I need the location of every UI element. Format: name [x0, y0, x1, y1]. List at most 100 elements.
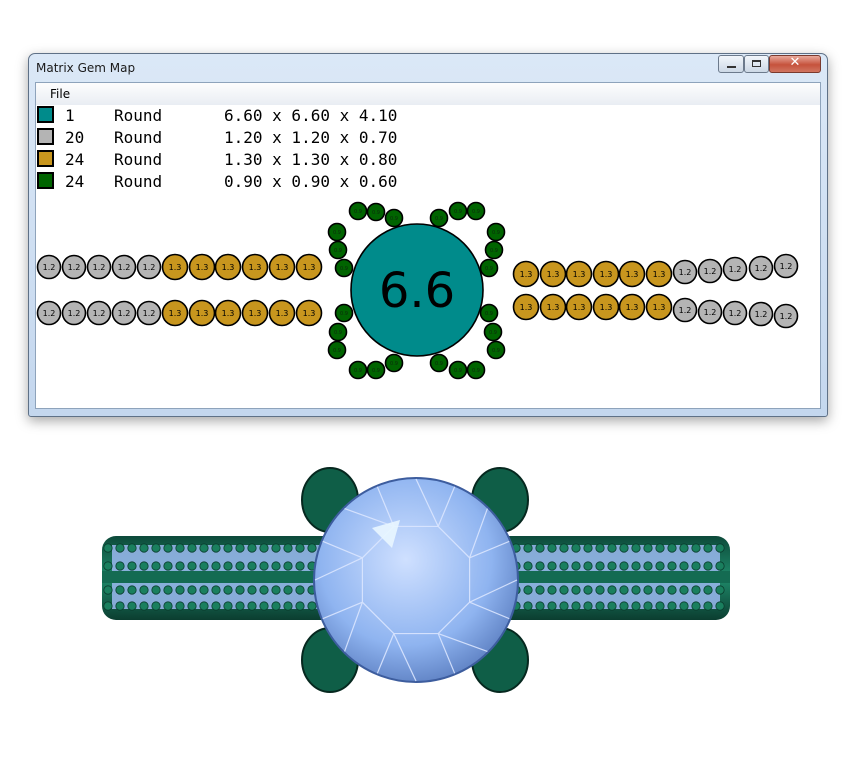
ring-bead [259, 543, 269, 553]
ring-bead [235, 543, 245, 553]
ring-bead [103, 543, 113, 553]
ring-bead [679, 543, 689, 553]
ring-bead [211, 561, 221, 571]
ring-bead [655, 585, 665, 595]
ring-bead [187, 585, 197, 595]
ring-bead [271, 543, 281, 553]
ring-bead [283, 585, 293, 595]
ring-bead [115, 561, 125, 571]
ring-bead [679, 601, 689, 611]
ring-bead [715, 601, 725, 611]
ring-bead [571, 561, 581, 571]
ring-bead [523, 585, 533, 595]
ring-bead [667, 585, 677, 595]
ring-bead [631, 601, 641, 611]
ring-bead [199, 585, 209, 595]
ring-bead [103, 585, 113, 595]
ring-bead [667, 601, 677, 611]
ring-bead [619, 601, 629, 611]
ring-bead [163, 543, 173, 553]
ring-bead [115, 585, 125, 595]
ring-bead [127, 543, 137, 553]
ring-bead [523, 561, 533, 571]
ring-bead [595, 561, 605, 571]
ring-bead [127, 561, 137, 571]
ring-bead [211, 601, 221, 611]
ring-bead [583, 601, 593, 611]
ring-bead [595, 585, 605, 595]
ring-bead [715, 585, 725, 595]
ring-bead [619, 561, 629, 571]
ring-bead [655, 601, 665, 611]
ring-bead [163, 601, 173, 611]
ring-bead [103, 561, 113, 571]
ring-bead [139, 561, 149, 571]
ring-bead [595, 601, 605, 611]
ring-bead [655, 561, 665, 571]
ring-bead [547, 601, 557, 611]
ring-bead [691, 561, 701, 571]
ring-bead [235, 561, 245, 571]
ring-bead [559, 561, 569, 571]
ring-bead [115, 601, 125, 611]
ring-bead [667, 543, 677, 553]
ring-bead [523, 601, 533, 611]
ring-bead [703, 601, 713, 611]
ring-bead [619, 543, 629, 553]
ring-bead [643, 561, 653, 571]
ring-bead [583, 543, 593, 553]
ring-bead [535, 543, 545, 553]
ring-bead [283, 601, 293, 611]
ring-bead [691, 543, 701, 553]
ring-bead [559, 601, 569, 611]
ring-bead [139, 585, 149, 595]
ring-bead [559, 585, 569, 595]
ring-bead [283, 561, 293, 571]
ring-bead [631, 585, 641, 595]
ring-bead [271, 601, 281, 611]
ring-bead [163, 585, 173, 595]
ring-bead [151, 585, 161, 595]
ring-bead [295, 585, 305, 595]
ring-bead [235, 601, 245, 611]
ring-bead [199, 543, 209, 553]
ring-bead [295, 543, 305, 553]
ring-bead [703, 543, 713, 553]
ring-bead [595, 543, 605, 553]
ring-bead [691, 601, 701, 611]
ring-bead [187, 601, 197, 611]
ring-bead [547, 585, 557, 595]
ring-bead [175, 601, 185, 611]
ring-bead [199, 601, 209, 611]
ring-bead [175, 585, 185, 595]
ring-bead [139, 543, 149, 553]
ring-bead [211, 585, 221, 595]
ring-bead [127, 601, 137, 611]
ring-bead [247, 601, 257, 611]
ring-bead [571, 601, 581, 611]
ring-bead [691, 585, 701, 595]
ring-bead [175, 561, 185, 571]
ring-bead [187, 543, 197, 553]
ring-bead [643, 601, 653, 611]
ring-bead [151, 543, 161, 553]
ring-bead [235, 585, 245, 595]
ring-bead [247, 561, 257, 571]
ring-bead [619, 585, 629, 595]
ring-bead [559, 543, 569, 553]
ring-bead [259, 601, 269, 611]
ring-bead [271, 585, 281, 595]
ring-bead [607, 585, 617, 595]
ring-bead [535, 601, 545, 611]
ring-bead [175, 543, 185, 553]
ring-bead [271, 561, 281, 571]
ring-bead [535, 561, 545, 571]
ring-bead [187, 561, 197, 571]
ring-bead [163, 561, 173, 571]
ring-bead [607, 543, 617, 553]
ring-bead [223, 585, 233, 595]
ring-bead [259, 561, 269, 571]
ring-bead [583, 585, 593, 595]
ring-bead [139, 601, 149, 611]
ring-bead [679, 585, 689, 595]
